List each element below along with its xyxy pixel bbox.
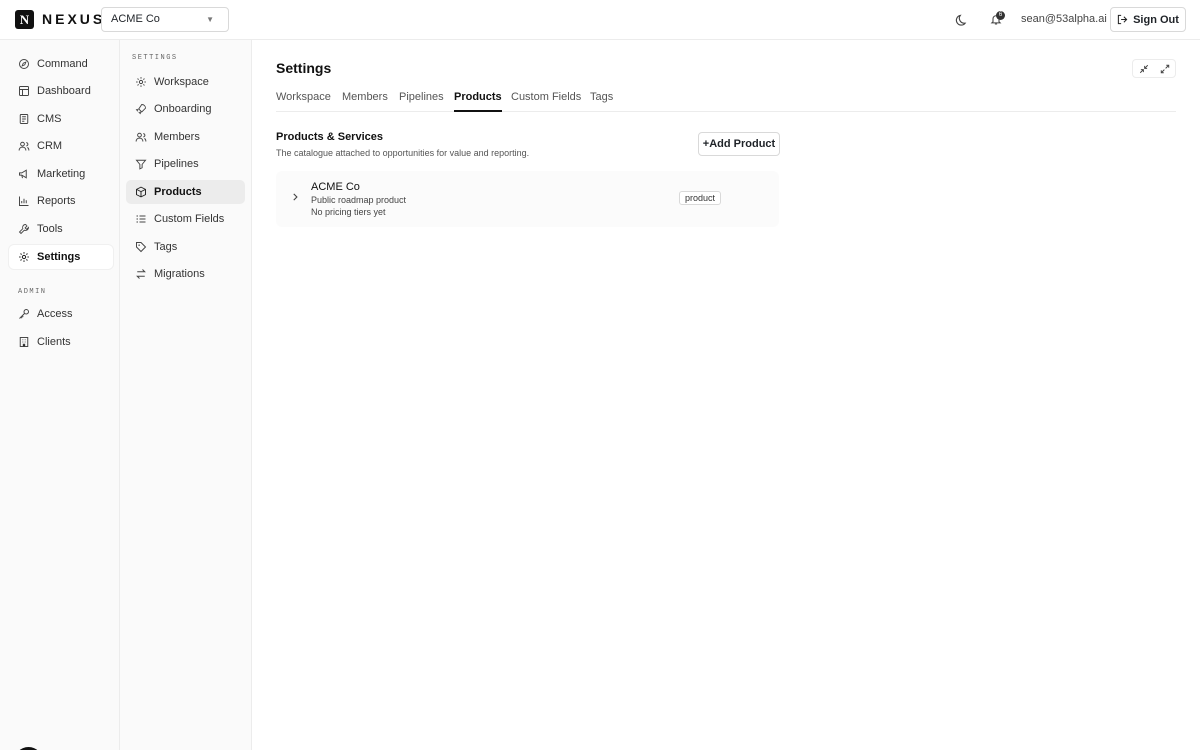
org-select-value: ACME Co xyxy=(111,13,160,25)
section-title: Products & Services xyxy=(276,131,383,143)
tab-members[interactable]: Members xyxy=(342,91,388,110)
nav-label: CRM xyxy=(37,140,63,152)
users-icon xyxy=(135,132,147,142)
sub-item-pipelines[interactable]: Pipelines xyxy=(126,152,245,176)
sub-label: Migrations xyxy=(154,268,205,280)
tab-pipelines[interactable]: Pipelines xyxy=(399,91,444,110)
org-select[interactable]: ACME Co ▼ xyxy=(101,7,229,32)
sub-item-custom-fields[interactable]: Custom Fields xyxy=(126,207,245,231)
gear-icon xyxy=(19,252,29,262)
logo-mark[interactable]: N xyxy=(15,10,34,29)
sub-label: Pipelines xyxy=(154,158,199,170)
minimize-icon[interactable] xyxy=(1139,64,1149,74)
users-icon xyxy=(18,141,30,151)
sub-item-members[interactable]: Members xyxy=(126,125,245,149)
nav-label: Access xyxy=(37,308,73,320)
tab-products[interactable]: Products xyxy=(454,91,502,112)
nav-item-tools[interactable]: Tools xyxy=(9,217,113,241)
nav-item-reports[interactable]: Reports xyxy=(9,189,113,213)
sub-label: Custom Fields xyxy=(154,213,225,225)
maximize-icon[interactable] xyxy=(1160,64,1170,74)
arrows-icon xyxy=(136,269,146,279)
nav-item-command[interactable]: Command xyxy=(9,52,113,76)
sign-out-button[interactable]: Sign Out xyxy=(1110,7,1186,32)
nav-label: CMS xyxy=(37,113,62,125)
sub-item-migrations[interactable]: Migrations xyxy=(126,262,245,286)
tag-icon xyxy=(136,242,147,253)
nav-item-cms[interactable]: CMS xyxy=(9,107,113,131)
moon-icon[interactable] xyxy=(953,11,969,27)
nav-label: Marketing xyxy=(37,168,86,180)
sub-item-tags[interactable]: Tags xyxy=(126,235,245,259)
funnel-icon xyxy=(135,159,147,170)
section-description: The catalogue attached to opportunities … xyxy=(276,148,530,158)
main-content: Settings Workspace Members Pipelines Pro… xyxy=(252,40,1200,750)
window-controls xyxy=(1132,59,1176,78)
list-icon xyxy=(136,215,146,223)
cms-icon xyxy=(19,114,29,124)
compass-icon xyxy=(19,59,29,69)
sign-out-label: Sign Out xyxy=(1133,13,1179,26)
settings-section-label: SETTINGS xyxy=(132,54,178,62)
product-type-badge: product xyxy=(679,191,722,205)
package-icon xyxy=(136,186,146,198)
nav-item-marketing[interactable]: Marketing xyxy=(9,162,113,186)
main-sidebar: Command Dashboard CMS CRM Marketing Repo… xyxy=(0,40,120,750)
sub-label: Members xyxy=(154,131,200,143)
nav-label: Command xyxy=(37,58,88,70)
dashboard-icon xyxy=(19,86,29,96)
chart-icon xyxy=(19,196,29,206)
user-email: sean@53alpha.ai xyxy=(1021,13,1107,25)
nav-label: Reports xyxy=(37,195,76,207)
nav-label: Tools xyxy=(37,223,63,235)
megaphone-icon xyxy=(19,169,27,179)
nav-label: Settings xyxy=(37,251,81,263)
sub-item-onboarding[interactable]: Onboarding xyxy=(126,97,245,121)
chevron-right-icon[interactable] xyxy=(290,192,300,202)
nav-label: Clients xyxy=(37,336,71,348)
sub-label: Products xyxy=(154,186,202,198)
nav-item-crm[interactable]: CRM xyxy=(9,134,113,158)
sub-label: Onboarding xyxy=(154,103,212,115)
product-row[interactable]: ACME Co Public roadmap product No pricin… xyxy=(276,171,779,227)
sub-item-products[interactable]: Products xyxy=(126,180,245,204)
nav-label: Dashboard xyxy=(37,85,91,97)
wrench-icon xyxy=(18,224,29,235)
tab-workspace[interactable]: Workspace xyxy=(276,91,331,110)
notification-badge: 6 xyxy=(996,11,1005,20)
top-bar: N NEXUS ACME Co ▼ 6 sean@53alpha.ai Sign… xyxy=(0,0,1200,40)
product-description: Public roadmap product xyxy=(311,195,407,205)
brand-name: NEXUS xyxy=(42,11,106,27)
page-title: Settings xyxy=(276,60,332,76)
product-name: ACME Co xyxy=(311,181,360,193)
logout-icon xyxy=(1117,14,1128,25)
nav-item-dashboard[interactable]: Dashboard xyxy=(9,79,113,103)
sub-label: Tags xyxy=(154,241,178,253)
key-icon xyxy=(19,309,29,319)
building-icon xyxy=(19,337,29,347)
nav-item-settings[interactable]: Settings xyxy=(9,245,113,269)
tab-custom-fields[interactable]: Custom Fields xyxy=(511,91,581,110)
chevron-down-icon: ▼ xyxy=(206,15,214,24)
nav-item-clients[interactable]: Clients xyxy=(9,330,113,354)
settings-sidebar: SETTINGS Workspace Onboarding Members Pi… xyxy=(120,40,252,750)
tab-tags[interactable]: Tags xyxy=(590,91,613,110)
sub-label: Workspace xyxy=(154,76,209,88)
add-product-button[interactable]: +Add Product xyxy=(698,132,780,156)
product-pricing: No pricing tiers yet xyxy=(311,207,386,217)
rocket-icon xyxy=(135,104,146,115)
nav-item-access[interactable]: Access xyxy=(9,302,113,326)
sub-item-workspace[interactable]: Workspace xyxy=(126,70,245,94)
admin-section-label: ADMIN xyxy=(18,288,47,296)
settings-tabs: Workspace Members Pipelines Products Cus… xyxy=(276,84,1176,112)
gear-icon xyxy=(136,77,146,87)
